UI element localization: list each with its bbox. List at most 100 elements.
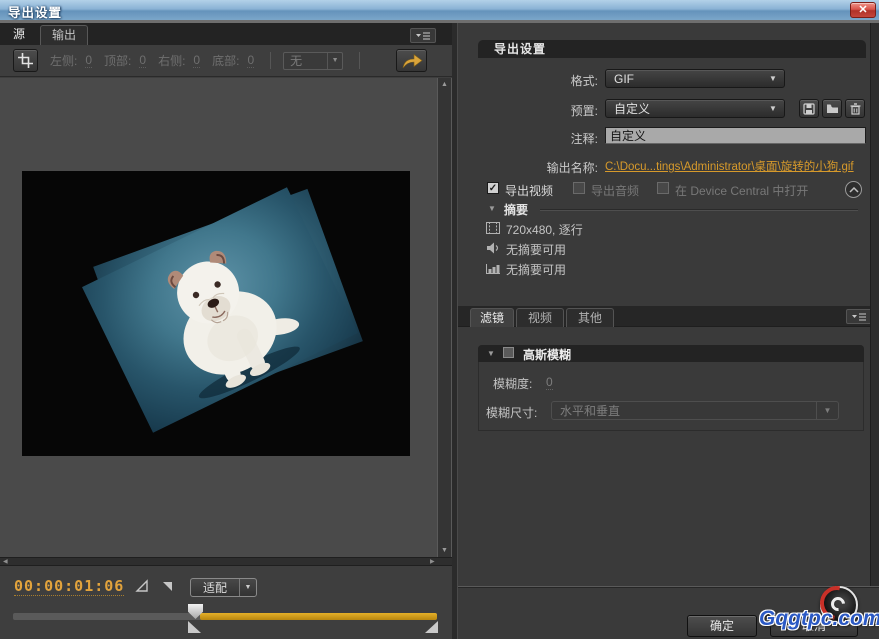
preset-row: 预置: 自定义 ▼ [478,99,866,119]
export-audio-checkbox[interactable] [573,182,585,194]
ok-button[interactable]: 确定 [687,615,757,637]
out-point-handle[interactable] [425,621,438,633]
timeline-track[interactable] [13,613,437,620]
blur-dimension-dropdown[interactable]: 水平和垂直 ▼ [551,401,839,420]
preset-dropdown[interactable]: 自定义 ▼ [605,99,785,118]
tab-others[interactable]: 其他 [566,308,614,327]
crop-toolbar: 左侧: 0 顶部: 0 右侧: 0 底部: 0 无 ▼ [0,45,452,77]
save-preset-button[interactable] [799,99,819,118]
preview-vertical-scrollbar[interactable]: ▲ ▼ [437,78,452,557]
summary-video-text: 720x480, 逐行 [506,221,583,238]
summary-bitrate-item: 无摘要可用 [478,261,866,277]
scroll-down-icon[interactable]: ▼ [438,547,451,554]
crop-bottom-label: 底部: [212,52,239,69]
chevron-down-icon: ▼ [762,104,784,113]
summary-divider [540,209,858,211]
device-central-checkbox[interactable] [657,182,669,194]
timeline-bar: 00:00:01:06 适配 ▼ [0,566,452,639]
crop-bottom-value[interactable]: 0 [247,53,254,68]
delete-preset-button[interactable] [845,99,865,118]
timecode-value[interactable]: 00:00:01:06 [14,577,124,596]
chevron-down-icon: ▼ [816,402,838,419]
crop-ratio-dropdown[interactable]: 无 ▼ [283,52,343,70]
summary-audio-item: 无摘要可用 [478,241,866,257]
export-video-checkbox[interactable]: ✓ [487,182,499,194]
preview-horizontal-scrollbar[interactable]: ◀ ▶ [0,557,452,566]
format-value: GIF [606,72,762,86]
export-video-label: 导出视频 [505,182,553,199]
speaker-icon [486,242,500,257]
export-arrow-button[interactable] [396,49,427,72]
blurriness-value[interactable]: 0 [546,375,553,390]
format-dropdown[interactable]: GIF ▼ [605,69,785,88]
import-preset-button[interactable] [822,99,842,118]
disclosure-triangle-icon[interactable]: ▼ [487,349,495,358]
folder-icon [826,103,839,114]
disclosure-triangle-icon[interactable]: ▼ [488,204,496,213]
tab-filters[interactable]: 滤镜 [470,308,514,327]
in-point-handle[interactable] [188,621,201,633]
crop-right-value[interactable]: 0 [193,53,200,68]
preview-panel: 源 输出 左侧: 0 顶部: 0 右 [0,23,452,639]
window-title: 导出设置 [8,2,62,21]
toolbar-separator [359,52,360,69]
chevron-down-icon: ▼ [239,579,256,596]
in-point-icon [135,579,149,593]
crop-left-value[interactable]: 0 [85,53,92,68]
set-out-point-button[interactable] [158,578,175,594]
scroll-up-icon[interactable]: ▲ [438,81,451,88]
blur-dimension-value: 水平和垂直 [552,402,816,419]
source-panel-menu-button[interactable] [410,28,436,43]
tab-video[interactable]: 视频 [516,308,564,327]
blur-dimension-label: 模糊尺寸: [486,404,537,421]
toolbar-separator [270,52,271,69]
tab-source[interactable]: 源 [0,25,38,45]
blurriness-label: 模糊度: [493,375,532,392]
timeline-work-area[interactable] [200,613,437,620]
tab-output[interactable]: 输出 [40,25,88,45]
collapse-summary-button[interactable] [845,181,862,198]
crop-left-label: 左侧: [50,52,77,69]
panel-menu-icon [415,31,431,41]
format-label: 格式: [571,72,598,89]
output-name-row: 输出名称: C:\Docu...tings\Administrator\桌面\旋… [478,156,866,176]
crop-icon [18,53,33,68]
filter-tab-bar: 滤镜 视频 其他 [458,306,870,327]
scroll-left-icon[interactable]: ◀ [3,558,8,566]
crop-top-label: 顶部: [104,52,131,69]
panel-menu-icon [851,312,867,322]
close-button[interactable]: ✕ [850,2,876,18]
set-in-point-button[interactable] [133,578,150,594]
scroll-right-icon[interactable]: ▶ [430,558,435,566]
settings-vertical-scrollbar[interactable] [870,23,879,586]
zoom-fit-value: 适配 [191,579,239,596]
crop-top-value[interactable]: 0 [139,53,146,68]
blurriness-row: 模糊度: 0 [479,373,865,391]
summary-header: ▼ 摘要 [478,203,866,217]
output-name-label: 输出名称: [547,159,598,176]
device-central-label: 在 Device Central 中打开 [675,182,808,199]
comment-input[interactable] [605,127,866,144]
zoom-fit-dropdown[interactable]: 适配 ▼ [190,578,257,597]
title-bar: 导出设置 ✕ [0,0,879,20]
preset-value: 自定义 [606,100,762,117]
output-path-link[interactable]: C:\Docu...tings\Administrator\桌面\旋转的小狗.g… [605,158,854,174]
chevron-down-icon: ▼ [762,74,784,83]
gaussian-blur-header: ▼ 高斯模糊 [478,345,864,362]
bitrate-chart-icon [486,262,500,277]
crop-button[interactable] [13,49,38,72]
source-tab-bar: 源 输出 [0,23,452,45]
film-icon [486,222,500,237]
dialog-footer: 确定 取消 Gqgtpc.com [458,586,879,639]
summary-bitrate-text: 无摘要可用 [506,261,566,278]
filters-panel-menu-button[interactable] [846,309,872,324]
chevron-up-icon [849,187,859,193]
export-settings-header: 导出设置 [478,40,866,58]
settings-panel: 导出设置 格式: GIF ▼ 预置: 自定义 ▼ [458,23,879,639]
save-disk-icon [803,103,815,115]
dialog-body: 源 输出 左侧: 0 顶部: 0 右 [0,23,879,639]
video-preview-area[interactable]: 源: 720 w X 576 h 输出: 720 w X 480 h [0,78,437,557]
format-row: 格式: GIF ▼ [478,69,866,89]
export-settings-window: 导出设置 ✕ 源 输出 [0,0,879,639]
gaussian-blur-checkbox[interactable] [503,347,514,358]
